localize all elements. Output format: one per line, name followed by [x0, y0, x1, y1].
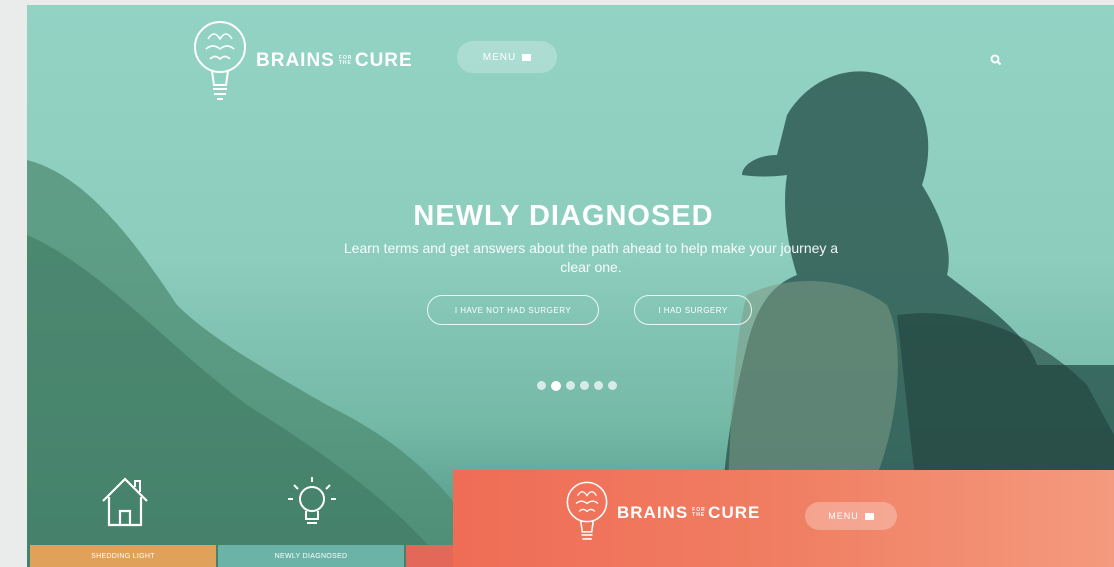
menu-button[interactable]: MENU — [457, 41, 557, 73]
lightbulb-brain-icon — [566, 481, 608, 540]
carousel-dot[interactable] — [566, 381, 575, 390]
menu-icon — [522, 53, 532, 61]
tab-shedding-light[interactable]: SHEDDING LIGHT — [30, 545, 216, 567]
brand-name: BRAINS FOR THE CURE — [256, 50, 413, 72]
hero-title: NEWLY DIAGNOSED — [413, 200, 714, 232]
tab-third-category[interactable] — [406, 545, 454, 567]
page: BRAINS FOR THE CURE MENU NEWLY DIAGNOSED… — [0, 0, 1114, 567]
had-surgery-button[interactable]: I HAD SURGERY — [634, 295, 752, 325]
brand-name-right: CURE — [354, 50, 413, 71]
menu-label: MENU — [828, 511, 859, 521]
carousel-dot[interactable] — [580, 381, 589, 390]
hero-subtitle: Learn terms and get answers about the pa… — [343, 240, 839, 275]
not-had-surgery-button[interactable]: I HAVE NOT HAD SURGERY — [427, 295, 599, 325]
menu-button-secondary[interactable]: MENU — [805, 502, 897, 530]
brand-logo[interactable]: BRAINS FOR THE CURE — [192, 17, 413, 105]
menu-icon — [864, 512, 874, 520]
hero-headline: NEWLY DIAGNOSED Learn terms and get answ… — [27, 200, 1114, 277]
brand-name-small: FOR THE — [338, 55, 353, 66]
carousel-dot[interactable] — [608, 381, 617, 390]
carousel-dot[interactable] — [537, 381, 546, 390]
brand-name-secondary: BRAINS FOR THE CURE — [617, 503, 760, 523]
carousel-dot[interactable] — [594, 381, 603, 390]
brand-name-left: BRAINS — [617, 503, 689, 522]
menu-label: MENU — [482, 51, 517, 63]
carousel-dots — [537, 380, 617, 391]
lightbulb-icon[interactable] — [282, 471, 342, 533]
tab-newly-diagnosed[interactable]: NEWLY DIAGNOSED — [218, 545, 404, 567]
brand-logo-secondary[interactable]: BRAINS FOR THE CURE — [565, 478, 760, 548]
search-icon[interactable] — [989, 53, 1003, 67]
carousel-dot-active[interactable] — [551, 380, 561, 391]
sticky-header-preview: BRAINS FOR THE CURE MENU — [453, 470, 1114, 567]
brand-name-left: BRAINS — [256, 50, 335, 71]
house-icon[interactable] — [97, 473, 153, 531]
lightbulb-brain-icon — [194, 21, 246, 100]
brand-name-right: CURE — [708, 503, 761, 522]
brand-name-small: FOR THE — [692, 507, 706, 518]
